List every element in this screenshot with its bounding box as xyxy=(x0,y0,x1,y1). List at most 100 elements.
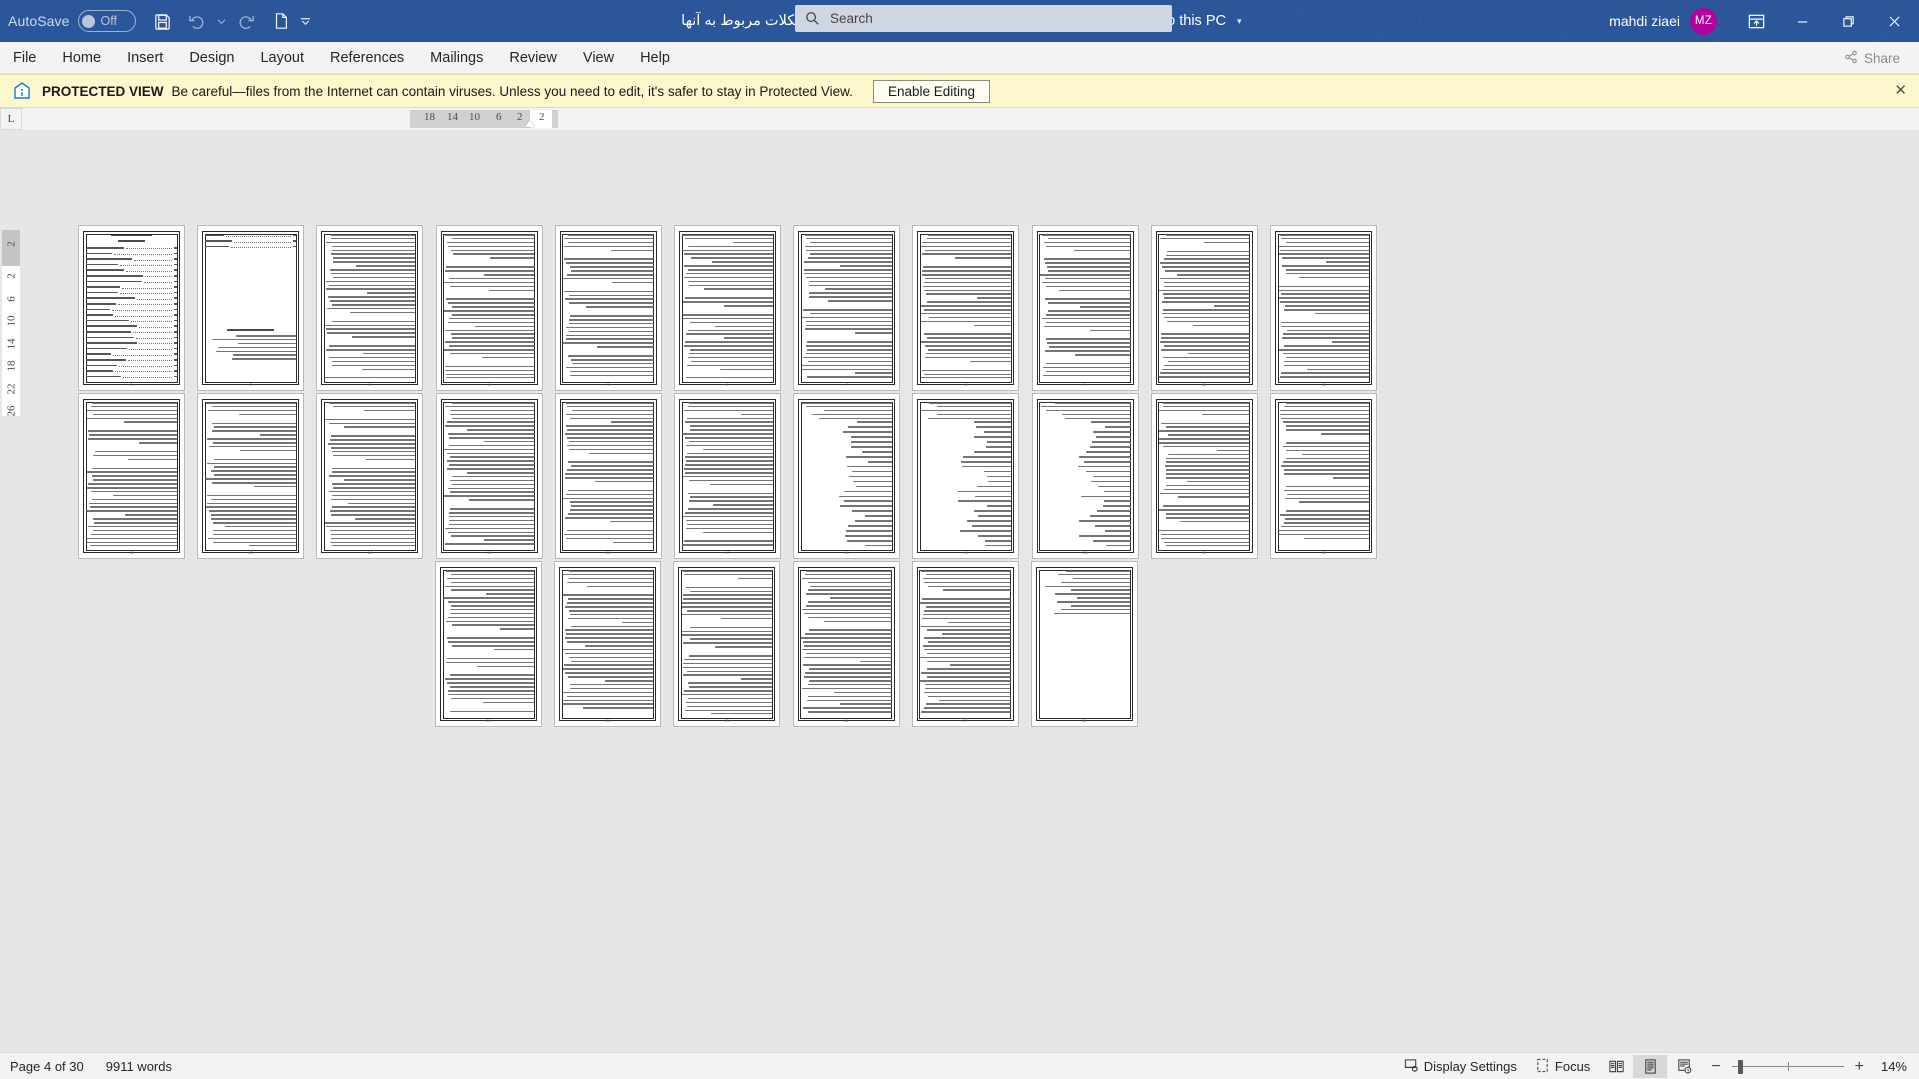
thumbnail-text-line xyxy=(682,606,773,608)
page-thumbnail[interactable]: 13 xyxy=(197,393,305,559)
page-thumbnail[interactable]: 22 xyxy=(1270,393,1377,559)
minimize-button[interactable] xyxy=(1779,0,1825,42)
restore-button[interactable] xyxy=(1825,0,1871,42)
thumbnail-text-line xyxy=(253,485,297,488)
thumbnail-text-line xyxy=(333,276,416,279)
word-count[interactable]: 9911 words xyxy=(106,1059,172,1074)
autosave-toggle[interactable]: Off xyxy=(77,10,136,32)
thumbnail-text-line xyxy=(948,621,1011,624)
thumbnail-text-line xyxy=(920,656,1011,659)
zoom-level-label[interactable]: 14% xyxy=(1875,1059,1911,1074)
thumbnail-text-line xyxy=(1167,360,1250,363)
thumbnail-text-line xyxy=(685,701,773,704)
page-thumbnail[interactable]: 12 xyxy=(78,393,185,559)
page-thumbnail[interactable]: 9 xyxy=(1031,225,1139,391)
ribbon-display-options-icon[interactable] xyxy=(1733,0,1779,42)
thumbnail-text-line xyxy=(562,573,654,576)
tab-mailings[interactable]: Mailings xyxy=(417,42,496,74)
thumbnail-list-item xyxy=(987,505,1012,507)
tab-home[interactable]: Home xyxy=(49,42,114,74)
search-input[interactable]: Search xyxy=(795,5,1172,32)
thumbnail-text-line xyxy=(1331,341,1369,343)
page-thumbnail[interactable]: 19 xyxy=(912,393,1020,559)
page-thumbnail[interactable]: 20 xyxy=(1031,393,1139,559)
save-icon[interactable] xyxy=(146,4,180,38)
zoom-control[interactable]: − + 14% xyxy=(1701,1058,1911,1075)
display-settings-button[interactable]: Display Settings xyxy=(1395,1055,1526,1078)
page-thumbnail[interactable]: 17 xyxy=(674,393,781,559)
zoom-slider-thumb[interactable] xyxy=(1737,1059,1743,1074)
thumbnail-text-line xyxy=(1163,309,1250,311)
page-thumbnail[interactable]: 18 xyxy=(793,393,901,559)
tab-help[interactable]: Help xyxy=(627,42,683,74)
thumbnail-text-line xyxy=(1070,605,1130,607)
thumbnail-text-line xyxy=(925,573,1011,576)
new-document-icon[interactable] xyxy=(264,4,298,38)
horizontal-ruler[interactable]: 18 14 10 6 2 2 xyxy=(22,108,1919,130)
thumbnail-text-line xyxy=(937,405,1012,408)
save-location-chevron-down-icon[interactable]: ▾ xyxy=(1237,16,1242,27)
page-thumbnail[interactable]: 6 xyxy=(674,225,781,391)
thumbnail-text-line xyxy=(566,695,654,698)
customize-quick-access-toolbar-icon[interactable] xyxy=(298,4,314,38)
page-thumbnail[interactable]: 16 xyxy=(554,393,662,559)
undo-chevron-down-icon[interactable] xyxy=(214,4,230,38)
account-name[interactable]: mahdi ziaei xyxy=(1609,13,1680,29)
tab-insert[interactable]: Insert xyxy=(114,42,176,74)
web-layout-icon[interactable] xyxy=(1667,1055,1701,1078)
thumbnail-text-line xyxy=(1047,342,1131,344)
tab-references[interactable]: References xyxy=(317,42,417,74)
page-thumbnail[interactable]: 11 xyxy=(1270,225,1377,391)
page-thumbnail[interactable]: 27 xyxy=(911,561,1019,727)
thumbnail-text-line xyxy=(333,405,416,408)
tab-file[interactable]: File xyxy=(0,42,49,74)
close-icon[interactable]: ✕ xyxy=(1894,83,1907,98)
page-thumbnail[interactable]: 8 xyxy=(912,225,1020,391)
page-thumbnail[interactable]: 2 xyxy=(197,225,305,391)
thumbnail-text-line xyxy=(681,602,773,604)
tab-review[interactable]: Review xyxy=(496,42,570,74)
page-thumbnail[interactable]: 24 xyxy=(554,561,662,727)
thumbnail-text-line xyxy=(689,284,773,287)
page-thumbnail[interactable]: 21 xyxy=(1150,393,1258,559)
tab-stop-selector[interactable]: L xyxy=(0,108,22,130)
vertical-ruler[interactable]: 2 2 6 10 14 18 22 26 xyxy=(0,130,22,1052)
page-thumbnail[interactable]: 1 xyxy=(78,225,185,391)
tab-design[interactable]: Design xyxy=(176,42,247,74)
page-thumbnail[interactable]: 25 xyxy=(673,561,781,727)
page-thumbnail[interactable]: 7 xyxy=(793,225,901,391)
thumbnail-text-line xyxy=(1163,293,1250,296)
thumbnail-paragraph-gap xyxy=(1278,542,1369,547)
page-thumbnail[interactable]: 10 xyxy=(1150,225,1258,391)
focus-button[interactable]: Focus xyxy=(1526,1055,1599,1078)
print-layout-icon[interactable] xyxy=(1633,1055,1668,1078)
page-thumbnail-area[interactable]: 1 2 3 4 5 6 7 8 9 10 11 12 13 14 15 16 17 18 19 20 21 22 23 24 2… xyxy=(22,130,1919,1052)
thumbnail-text-line xyxy=(688,402,773,404)
page-thumbnail[interactable]: 5 xyxy=(554,225,662,391)
undo-icon[interactable] xyxy=(180,4,214,38)
thumbnail-text-line xyxy=(448,519,535,522)
thumbnail-text-line xyxy=(685,456,773,459)
read-mode-icon[interactable] xyxy=(1599,1055,1633,1078)
page-thumbnail[interactable]: 26 xyxy=(792,561,900,727)
page-indicator[interactable]: Page 4 of 30 xyxy=(10,1059,84,1074)
thumbnail-text-line xyxy=(723,305,773,307)
thumbnail-text-line xyxy=(612,541,654,544)
close-button[interactable] xyxy=(1871,0,1917,42)
tab-view[interactable]: View xyxy=(570,42,627,74)
redo-icon[interactable] xyxy=(230,4,264,38)
zoom-slider[interactable] xyxy=(1731,1059,1844,1074)
share-button[interactable]: Share xyxy=(1833,46,1911,70)
page-thumbnail[interactable]: 3 xyxy=(316,225,424,391)
page-thumbnail[interactable]: 28 xyxy=(1031,561,1138,727)
avatar[interactable]: MZ xyxy=(1690,7,1717,35)
tab-layout[interactable]: Layout xyxy=(247,42,317,74)
page-thumbnail[interactable]: 23 xyxy=(435,561,542,727)
zoom-out-button[interactable]: − xyxy=(1709,1058,1722,1075)
page-thumbnail[interactable]: 15 xyxy=(435,393,543,559)
thumbnail-list-item xyxy=(986,441,1012,443)
page-thumbnail[interactable]: 4 xyxy=(435,225,543,391)
enable-editing-button[interactable]: Enable Editing xyxy=(872,79,991,103)
zoom-in-button[interactable]: + xyxy=(1853,1058,1866,1075)
page-thumbnail[interactable]: 14 xyxy=(316,393,424,559)
